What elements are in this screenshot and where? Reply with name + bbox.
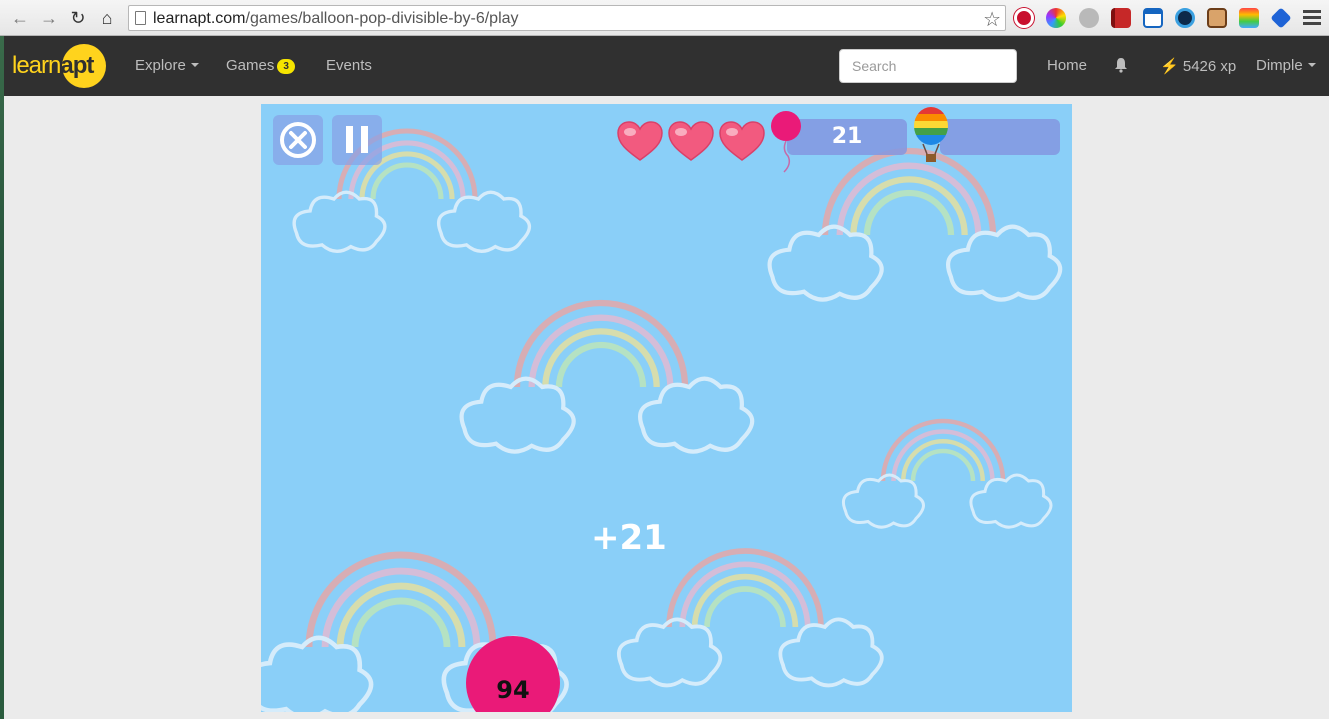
pink-balloon-icon (771, 111, 801, 173)
pause-button[interactable] (332, 115, 382, 165)
hot-air-balloon-icon (914, 107, 948, 162)
points-popup: +21 (591, 518, 667, 558)
search-input[interactable] (839, 49, 1017, 83)
site-navbar: learnapt Explore Games3 Events Home ⚡ 54… (4, 36, 1329, 96)
learnapt-logo[interactable]: learnapt (12, 44, 112, 88)
chevron-down-icon (190, 63, 199, 67)
red-book-icon[interactable] (1111, 8, 1131, 28)
rainbow-icon[interactable] (1239, 8, 1259, 28)
stop-sign-icon[interactable] (1014, 8, 1034, 28)
pause-icon (346, 126, 368, 153)
chrome-menu-icon[interactable] (1303, 8, 1321, 28)
chevron-down-icon (1307, 63, 1316, 67)
lightning-icon: ⚡ (1160, 58, 1179, 75)
score-display: 21 (787, 119, 907, 155)
bookmark-star-icon[interactable]: ☆ (983, 7, 1001, 32)
games-link[interactable]: Games 3 (226, 57, 295, 74)
rainbow-background (261, 104, 1072, 712)
url-text: learnapt.com/games/balloon-pop-divisible… (153, 10, 519, 27)
heart-icon (719, 121, 765, 161)
eye-icon[interactable] (1175, 8, 1195, 28)
heart-icon (617, 121, 663, 161)
events-link[interactable]: Events (326, 57, 372, 74)
games-count-badge: 3 (277, 59, 295, 74)
bell-icon[interactable] (1114, 57, 1128, 73)
heart-icon (668, 121, 714, 161)
toast-icon[interactable] (1207, 8, 1227, 28)
user-menu[interactable]: Dimple (1256, 57, 1316, 74)
color-wheel-icon[interactable] (1046, 8, 1066, 28)
desktop-edge (0, 36, 4, 719)
reload-icon[interactable]: ↻ (67, 7, 89, 29)
close-circle-icon (280, 122, 316, 158)
game-canvas[interactable]: 21 +21 94 (261, 104, 1072, 712)
blue-diamond-icon[interactable] (1270, 7, 1292, 29)
home-link[interactable]: Home (1047, 57, 1087, 74)
window-icon[interactable] (1143, 8, 1163, 28)
level-progress-bar (940, 119, 1060, 155)
page-icon (135, 11, 146, 25)
home-icon[interactable]: ⌂ (96, 7, 118, 29)
xp-counter[interactable]: ⚡ 5426 xp (1160, 57, 1236, 75)
close-game-button[interactable] (273, 115, 323, 165)
address-bar[interactable]: learnapt.com/games/balloon-pop-divisible… (128, 5, 1006, 31)
back-arrow-icon[interactable]: ← (9, 7, 31, 29)
forward-arrow-icon[interactable]: → (38, 7, 60, 29)
explore-menu[interactable]: Explore (135, 57, 199, 74)
alien-icon[interactable] (1079, 8, 1099, 28)
browser-toolbar: ← → ↻ ⌂ learnapt.com/games/balloon-pop-d… (0, 0, 1329, 36)
